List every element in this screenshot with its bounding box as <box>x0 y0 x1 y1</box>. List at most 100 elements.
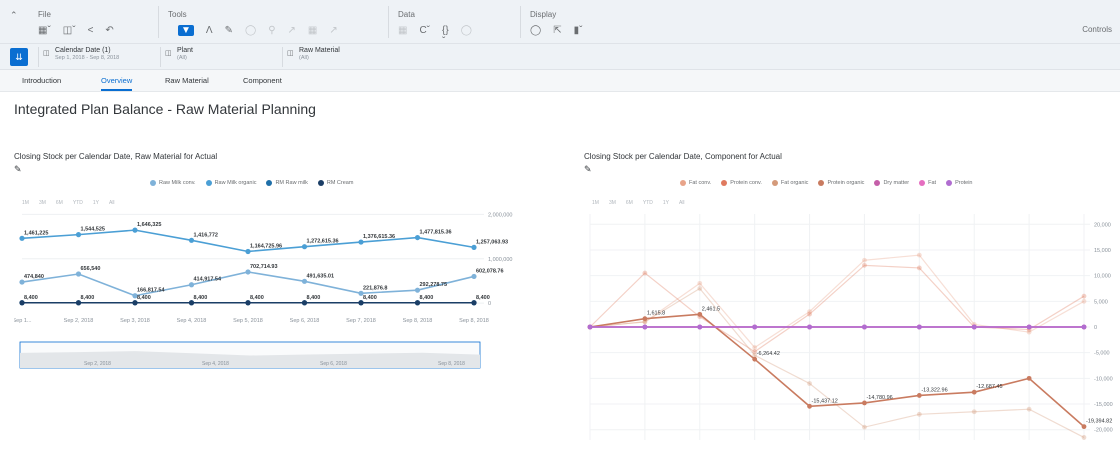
pencil-icon[interactable]: ✎ <box>14 164 22 175</box>
pencil-icon[interactable]: ✎ <box>584 164 592 175</box>
chart-icon[interactable]: Λ <box>206 25 213 36</box>
bookmark-icon[interactable]: ▮ˇ <box>574 25 583 36</box>
legend-dot-icon <box>205 180 212 186</box>
filter-chip-calendar[interactable]: ◫ Calendar Date (1) Sep 1, 2018 - Sep 8,… <box>38 47 148 67</box>
data-point <box>642 270 648 276</box>
x-tick-label: Sep 5, 2018 <box>233 318 263 324</box>
data-label: 474,840 <box>24 274 44 280</box>
brush-icon[interactable]: ↗ <box>329 25 337 36</box>
legend-item[interactable]: RM Cream <box>317 180 354 186</box>
filter-chip-value: Sep 1, 2018 - Sep 8, 2018 <box>55 55 120 61</box>
fullscreen-icon[interactable]: ⇱ <box>553 25 561 36</box>
data-point <box>245 300 251 306</box>
data-label: 1,272,615.36 <box>307 239 339 245</box>
data-point <box>916 265 922 271</box>
legend-label: Fat conv. <box>689 180 712 186</box>
data-point <box>862 257 867 263</box>
data-point <box>862 424 867 430</box>
data-point <box>471 300 477 306</box>
edit-icon[interactable]: ✎ <box>225 25 233 36</box>
data-point <box>75 300 82 306</box>
data-point <box>807 403 812 409</box>
legend-label: Raw Milk conv. <box>159 180 196 186</box>
tab-introduction[interactable]: Introduction <box>22 76 61 85</box>
x-tick-label: Sep 8, 2018 <box>459 318 489 324</box>
data-label: 602,078.76 <box>476 268 504 274</box>
data-point <box>971 324 977 330</box>
legend-item[interactable]: Protein organic <box>818 180 864 186</box>
legend-label: RM Cream <box>326 180 354 186</box>
legend-label: Fat <box>928 180 937 186</box>
data-point <box>132 227 138 233</box>
filter-chip-raw-material[interactable]: ◫ Raw Material (All) <box>282 47 400 67</box>
pin-icon[interactable]: ⚲ <box>268 25 275 36</box>
comment-icon[interactable]: ◯ <box>530 25 541 36</box>
data-point <box>471 273 477 280</box>
legend-item[interactable]: Dry matter <box>874 180 909 186</box>
undo-icon[interactable]: ↶ <box>105 25 113 36</box>
navigator-label: Sep 2, 2018 <box>84 361 111 367</box>
data-point <box>301 300 308 306</box>
x-tick-label: Sep 2, 2018 <box>64 318 94 324</box>
copy-icon[interactable]: ◫ˇ <box>63 25 76 36</box>
controls-button[interactable]: Controls <box>1082 25 1112 34</box>
tab-component[interactable]: Component <box>243 76 282 85</box>
data-point <box>916 393 922 398</box>
legend-item[interactable]: Protein conv. <box>721 180 762 186</box>
y-tick-label: 0 <box>1094 325 1097 331</box>
legend-label: Raw Milk organic <box>214 180 257 186</box>
data-point <box>971 389 977 395</box>
data-point <box>188 282 195 288</box>
data-point <box>807 324 812 330</box>
data-label: 1,615.8 <box>647 311 665 317</box>
data-label: 491,635.01 <box>307 273 335 279</box>
y-tick-label: 15,000 <box>1094 248 1111 254</box>
calendar-icon: ◫ <box>43 50 50 57</box>
tab-raw-material[interactable]: Raw Material <box>165 76 209 85</box>
legend-item[interactable]: RM Raw milk <box>266 180 308 186</box>
data-label: -15,437.12 <box>812 398 838 404</box>
tab-overview[interactable]: Overview <box>101 76 133 91</box>
collapse-icon[interactable]: ⌃ <box>10 10 18 21</box>
chart-raw-material: 2,000,000 1,000,000 0 474,840 656,540 166,817… <box>14 212 512 369</box>
tools-icons: ▼ Λ ✎ ◯ ⚲ ↗ ▦ ↗ <box>178 25 338 36</box>
separator <box>520 6 521 38</box>
data-point <box>245 248 251 255</box>
data-point <box>697 311 703 317</box>
share-icon[interactable]: < <box>88 25 94 36</box>
data-label: 414,917.54 <box>194 277 222 283</box>
filter-toggle-icon[interactable]: ⇊ <box>10 48 28 66</box>
data-label: 1,461,225 <box>24 230 48 236</box>
data-point <box>916 411 922 417</box>
legend-item[interactable]: Fat conv. <box>680 180 711 186</box>
data-label: 656,540 <box>81 266 101 272</box>
y-tick-label: 5,000 <box>1094 299 1108 305</box>
data-point <box>697 286 703 291</box>
data-point <box>916 324 922 330</box>
legend-item[interactable]: Raw Milk conv. <box>150 180 196 186</box>
data-point <box>1026 324 1032 330</box>
data-point <box>19 300 25 306</box>
x-tick-label: Sep 1... <box>14 318 32 324</box>
data-label: 221,876.8 <box>363 285 387 291</box>
table-icon[interactable]: ▦ <box>308 25 317 36</box>
data-point <box>1081 424 1087 430</box>
legend-dot-icon <box>266 180 273 186</box>
filter-chip-plant[interactable]: ◫ Plant (All) <box>160 47 270 67</box>
data-label: 8,400 <box>194 295 208 301</box>
filter-chip-label: Raw Material <box>299 47 340 54</box>
tools-title: Tools <box>168 10 187 19</box>
arrow-icon[interactable]: ↗ <box>288 25 296 36</box>
link-icon[interactable]: ◯ <box>245 25 256 36</box>
data-label: 1,376,615.36 <box>363 234 395 240</box>
data-point <box>358 239 364 245</box>
save-icon[interactable]: ▦ˇ <box>38 25 51 36</box>
legend-item[interactable]: Fat <box>919 180 936 186</box>
legend-item[interactable]: Raw Milk organic <box>205 180 257 186</box>
legend-item[interactable]: Fat organic <box>771 180 808 186</box>
data-label: -12,687.45 <box>976 384 1002 390</box>
data-label: 1,257,063.93 <box>476 239 508 245</box>
filter-icon[interactable]: ▼ <box>178 25 194 36</box>
legend-item[interactable]: Protein <box>946 180 973 186</box>
x-tick-label: Sep 4, 2018 <box>177 318 207 324</box>
